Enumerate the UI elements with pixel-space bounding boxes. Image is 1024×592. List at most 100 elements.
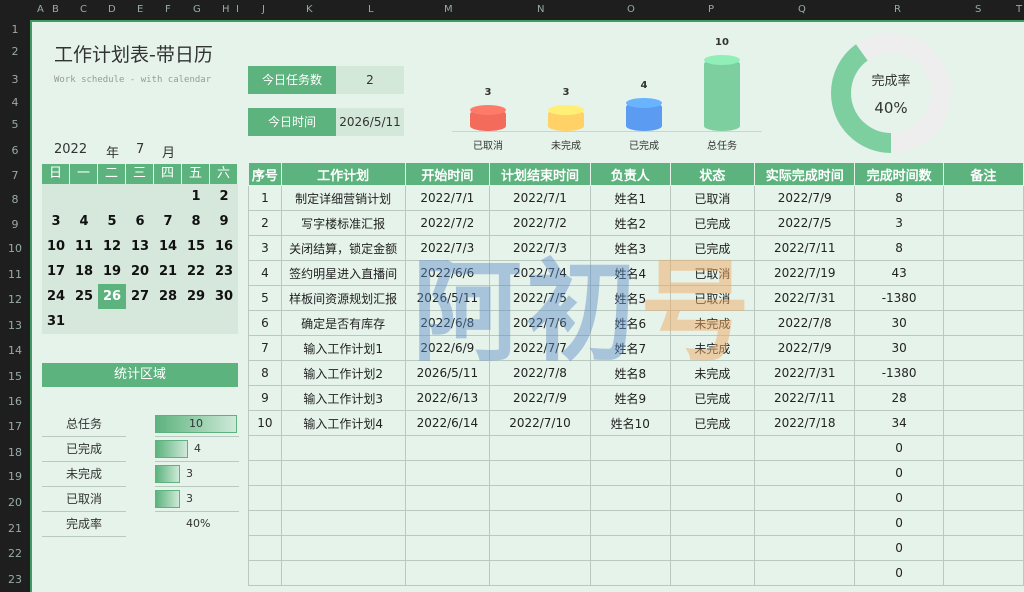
table-cell[interactable]: [248, 460, 282, 486]
table-cell[interactable]: 2022/7/9: [753, 185, 856, 211]
table-cell[interactable]: [489, 510, 591, 536]
table-cell[interactable]: [942, 185, 1024, 211]
table-cell[interactable]: 已取消: [669, 185, 755, 211]
column-header-B[interactable]: B: [52, 4, 59, 15]
table-cell[interactable]: 2026/5/11: [404, 360, 491, 386]
calendar-day[interactable]: 22: [182, 259, 210, 284]
table-cell[interactable]: [753, 560, 856, 586]
table-cell[interactable]: [404, 510, 491, 536]
table-cell[interactable]: [589, 460, 671, 486]
table-cell[interactable]: [942, 210, 1024, 236]
table-cell[interactable]: [942, 460, 1024, 486]
table-cell[interactable]: 输入工作计划4: [280, 410, 406, 436]
row-header-20[interactable]: 20: [0, 496, 30, 509]
table-cell[interactable]: 10: [248, 410, 282, 436]
bar-已完成[interactable]: [626, 98, 662, 131]
column-header-F[interactable]: F: [165, 4, 171, 15]
row-header-12[interactable]: 12: [0, 293, 30, 306]
row-header-5[interactable]: 5: [0, 118, 30, 131]
table-cell[interactable]: [942, 535, 1024, 561]
calendar-day[interactable]: [182, 309, 210, 334]
row-header-16[interactable]: 16: [0, 395, 30, 408]
calendar-day[interactable]: [98, 309, 126, 334]
table-cell[interactable]: [669, 510, 755, 536]
calendar-day[interactable]: 16: [210, 234, 238, 259]
row-header-17[interactable]: 17: [0, 420, 30, 433]
table-cell[interactable]: [669, 435, 755, 461]
table-cell[interactable]: 8: [854, 235, 944, 261]
table-cell[interactable]: 姓名1: [589, 185, 671, 211]
table-cell[interactable]: [280, 510, 406, 536]
calendar-day[interactable]: [70, 309, 98, 334]
row-header-3[interactable]: 3: [0, 73, 30, 86]
table-header-cell[interactable]: 计划结束时间: [489, 162, 591, 186]
calendar-day[interactable]: 13: [126, 234, 154, 259]
calendar-day[interactable]: 7: [154, 209, 182, 234]
calendar-month[interactable]: 7: [136, 142, 144, 157]
table-cell[interactable]: 7: [248, 335, 282, 361]
table-cell[interactable]: 30: [854, 310, 944, 336]
table-cell[interactable]: 输入工作计划2: [280, 360, 406, 386]
table-cell[interactable]: 4: [248, 260, 282, 286]
table-cell[interactable]: [248, 435, 282, 461]
calendar-day[interactable]: 9: [210, 209, 238, 234]
column-header-P[interactable]: P: [708, 4, 714, 15]
table-cell[interactable]: [589, 510, 671, 536]
calendar-day[interactable]: [154, 184, 182, 209]
table-cell[interactable]: 0: [854, 460, 944, 486]
table-cell[interactable]: 2022/6/13: [404, 385, 491, 411]
table-cell[interactable]: 34: [854, 410, 944, 436]
table-cell[interactable]: [942, 260, 1024, 286]
table-cell[interactable]: [489, 560, 591, 586]
calendar-day[interactable]: 1: [182, 184, 210, 209]
table-cell[interactable]: 2022/7/8: [753, 310, 856, 336]
table-cell[interactable]: [942, 235, 1024, 261]
calendar-day[interactable]: [126, 184, 154, 209]
table-cell[interactable]: 2022/7/3: [404, 235, 491, 261]
calendar-day[interactable]: 5: [98, 209, 126, 234]
row-header-19[interactable]: 19: [0, 470, 30, 483]
table-cell[interactable]: 已取消: [669, 285, 755, 311]
table-cell[interactable]: 2022/7/6: [489, 310, 591, 336]
table-cell[interactable]: [489, 535, 591, 561]
table-cell[interactable]: 姓名7: [589, 335, 671, 361]
row-header-8[interactable]: 8: [0, 193, 30, 206]
table-cell[interactable]: 2022/6/9: [404, 335, 491, 361]
calendar-day[interactable]: [42, 184, 70, 209]
table-cell[interactable]: 2022/7/9: [489, 385, 591, 411]
table-cell[interactable]: [404, 435, 491, 461]
table-cell[interactable]: 1: [248, 185, 282, 211]
calendar-day[interactable]: [154, 309, 182, 334]
table-cell[interactable]: [942, 560, 1024, 586]
table-cell[interactable]: [942, 285, 1024, 311]
table-cell[interactable]: [248, 535, 282, 561]
stats-value[interactable]: 4: [194, 437, 201, 461]
table-header-cell[interactable]: 完成时间数: [854, 162, 944, 186]
calendar-day[interactable]: 18: [70, 259, 98, 284]
table-cell[interactable]: [753, 460, 856, 486]
table-cell[interactable]: 0: [854, 535, 944, 561]
stats-value[interactable]: 3: [186, 487, 193, 511]
bar-总任务[interactable]: [704, 55, 740, 131]
kpi-today-tasks-value[interactable]: 2: [336, 66, 404, 94]
column-header-E[interactable]: E: [137, 4, 143, 15]
table-cell[interactable]: 姓名4: [589, 260, 671, 286]
table-cell[interactable]: 2022/7/5: [489, 285, 591, 311]
table-cell[interactable]: 签约明星进入直播间: [280, 260, 406, 286]
table-cell[interactable]: [942, 310, 1024, 336]
table-cell[interactable]: 写字楼标准汇报: [280, 210, 406, 236]
row-header-13[interactable]: 13: [0, 319, 30, 332]
calendar-day[interactable]: 29: [182, 284, 210, 309]
row-header-10[interactable]: 10: [0, 242, 30, 255]
table-header-cell[interactable]: 工作计划: [280, 162, 406, 186]
table-cell[interactable]: 样板间资源规划汇报: [280, 285, 406, 311]
table-cell[interactable]: 姓名3: [589, 235, 671, 261]
table-cell[interactable]: 2022/7/9: [753, 335, 856, 361]
table-cell[interactable]: [489, 460, 591, 486]
table-cell[interactable]: [669, 535, 755, 561]
row-header-22[interactable]: 22: [0, 547, 30, 560]
table-cell[interactable]: [589, 560, 671, 586]
bar-已取消[interactable]: [470, 105, 506, 131]
table-cell[interactable]: 0: [854, 510, 944, 536]
table-cell[interactable]: 2022/7/7: [489, 335, 591, 361]
